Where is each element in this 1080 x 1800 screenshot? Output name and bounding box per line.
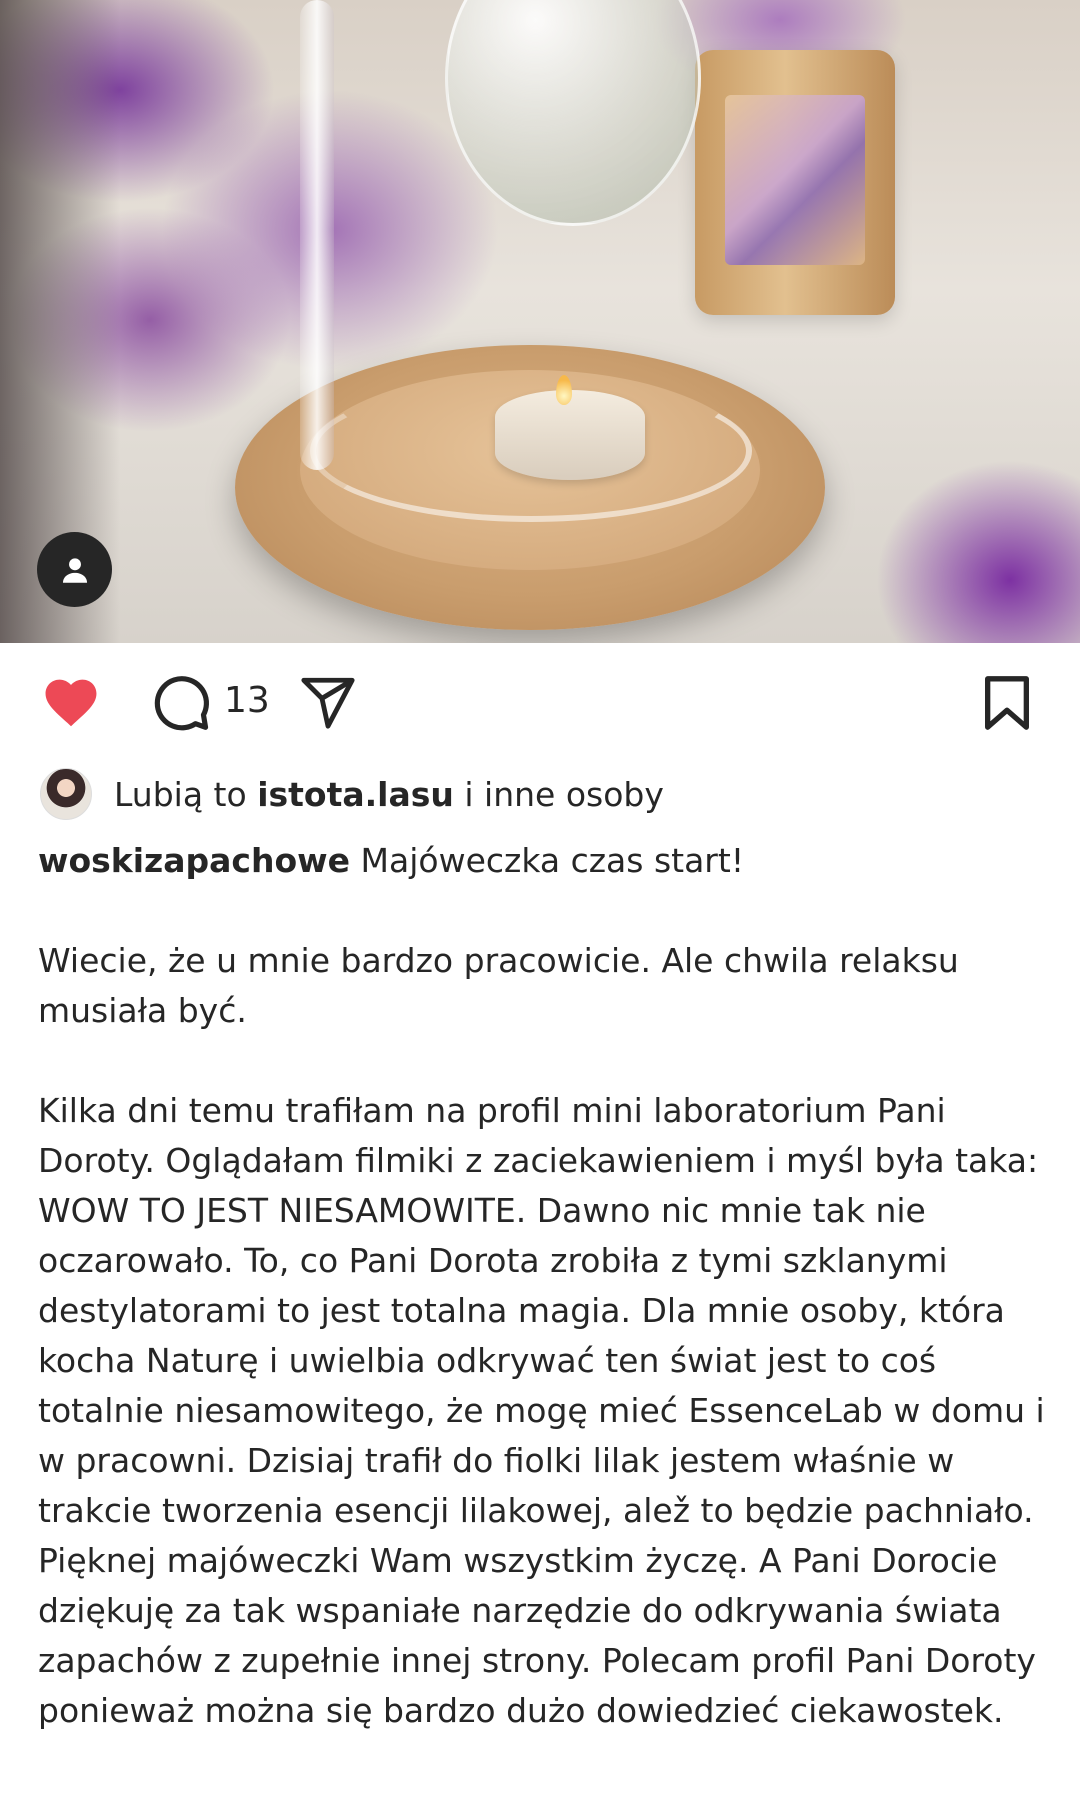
comment-icon — [154, 676, 209, 731]
caption-title: Majóweczka czas start! — [360, 841, 745, 880]
likes-prefix: Lubią to — [114, 774, 247, 814]
bookmark-icon — [985, 676, 1029, 730]
caption-paragraph: Wiecie, że u mnie bardzo pracowicie. Ale… — [38, 941, 959, 1030]
caption-username[interactable]: woskizapachowe — [38, 841, 350, 880]
save-button[interactable] — [980, 674, 1034, 732]
user-tag-icon — [62, 557, 87, 583]
likes-summary[interactable]: Lubią to istota.lasu i inne osoby — [40, 768, 664, 820]
comment-button[interactable] — [150, 672, 212, 734]
caption-first-line: woskizapachowe Majóweczka czas start! — [38, 836, 1048, 886]
likes-text: Lubią to istota.lasu i inne osoby — [114, 775, 664, 814]
caption-paragraph: Kilka dni temu trafiłam na profil mini l… — [38, 1091, 1045, 1730]
tagged-users-button[interactable] — [37, 532, 112, 607]
comment-count: 13 — [224, 680, 270, 721]
photo-jar-label — [725, 95, 865, 265]
photo-candle — [495, 390, 645, 480]
like-button[interactable] — [40, 672, 102, 728]
post-caption: woskizapachowe Majóweczka czas start! Wi… — [38, 836, 1048, 1736]
liker-username[interactable]: istota.lasu — [257, 775, 454, 814]
photo-glass-tube — [300, 0, 334, 470]
post-photo[interactable] — [0, 0, 1080, 643]
send-icon — [301, 677, 355, 729]
photo-glass-flask — [445, 0, 701, 226]
likes-suffix[interactable]: i inne osoby — [464, 775, 664, 814]
share-button[interactable] — [298, 673, 358, 731]
avatar[interactable] — [40, 768, 92, 820]
heart-icon — [45, 679, 97, 727]
